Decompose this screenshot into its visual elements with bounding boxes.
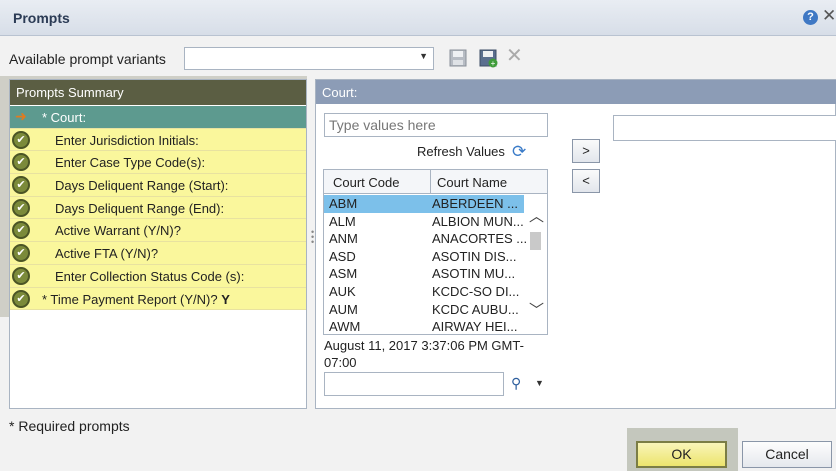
- variants-dropdown[interactable]: ▼: [184, 47, 434, 70]
- table-row[interactable]: ASM ASOTIN MU...: [324, 265, 524, 283]
- prompt-label: Enter Jurisdiction Initials:: [55, 132, 199, 148]
- scroll-down-icon[interactable]: ﹀: [529, 299, 544, 320]
- court-code: AUK: [329, 284, 356, 299]
- save-icon[interactable]: [448, 48, 468, 68]
- prompt-item-collection-status[interactable]: ✔ Enter Collection Status Code (s):: [10, 264, 306, 288]
- prompts-summary-panel: Prompts Summary ➜ * Court: ✔ Enter Juris…: [9, 79, 307, 409]
- column-header-court-name[interactable]: Court Name: [437, 175, 507, 190]
- prompt-label: Days Deliquent Range (Start):: [55, 178, 229, 194]
- search-input[interactable]: [324, 372, 504, 396]
- prompt-label: Active Warrant (Y/N)?: [55, 223, 181, 239]
- grid-header: Court Code Court Name: [324, 170, 547, 194]
- court-name: ASOTIN MU...: [432, 266, 516, 282]
- prompt-item-court[interactable]: ➜ * Court:: [10, 106, 306, 129]
- court-code: ASM: [329, 266, 358, 282]
- check-icon: ✔: [12, 266, 30, 285]
- prompt-item-range-start[interactable]: ✔ Days Deliquent Range (Start):: [10, 174, 306, 197]
- check-icon: ✔: [12, 221, 30, 240]
- cancel-button[interactable]: Cancel: [742, 441, 832, 468]
- close-icon[interactable]: ✕: [822, 6, 836, 26]
- check-icon: ✔: [12, 153, 30, 172]
- table-row[interactable]: AUK KCDC-SO DI...: [324, 283, 524, 301]
- prompt-item-jurisdiction[interactable]: ✔ Enter Jurisdiction Initials:: [10, 128, 306, 152]
- table-row[interactable]: AUM KCDC AUBU...: [324, 301, 524, 319]
- prompt-label: Active FTA (Y/N)?: [55, 246, 159, 262]
- scroll-up-icon[interactable]: ︿: [529, 205, 544, 226]
- column-divider: [430, 170, 431, 194]
- dialog-title: Prompts: [13, 10, 70, 26]
- selected-values-box[interactable]: [613, 115, 836, 141]
- prompt-label: * Court:: [42, 110, 87, 125]
- type-values-input[interactable]: Type values here: [324, 113, 548, 137]
- svg-text:+: +: [491, 59, 496, 68]
- remove-value-button[interactable]: <: [572, 169, 600, 193]
- summary-header: Prompts Summary: [10, 80, 306, 105]
- prompt-item-time-payment[interactable]: ✔ * Time Payment Report (Y/N)? Y: [10, 287, 306, 311]
- prompt-item-range-end[interactable]: ✔ Days Deliquent Range (End):: [10, 196, 306, 220]
- values-timestamp: August 11, 2017 3:37:06 PM GMT-07:00: [324, 338, 524, 370]
- binoculars-icon[interactable]: ⚲: [511, 375, 521, 392]
- table-row[interactable]: AWM AIRWAY HEI...: [324, 318, 524, 335]
- prompt-list: ➜ * Court: ✔ Enter Jurisdiction Initials…: [10, 106, 306, 311]
- court-code: AWM: [329, 319, 361, 335]
- court-values-grid: Court Code Court Name ABM ABERDEEN ... A…: [323, 169, 548, 335]
- refresh-values-link[interactable]: Refresh Values: [417, 144, 505, 159]
- check-icon: ✔: [12, 289, 30, 308]
- court-name: ALBION MUN...: [432, 213, 524, 229]
- refresh-icon[interactable]: ⟳: [512, 142, 526, 162]
- delete-icon[interactable]: ✕: [506, 46, 526, 66]
- court-name: ASOTIN DIS...: [432, 248, 517, 264]
- save-as-icon[interactable]: +: [478, 48, 498, 68]
- court-code: ANM: [329, 231, 358, 247]
- scroll-thumb[interactable]: [530, 232, 541, 250]
- prompt-item-active-fta[interactable]: ✔ Active FTA (Y/N)?: [10, 242, 306, 265]
- court-code: ASD: [329, 248, 356, 264]
- prompt-value: Y: [221, 291, 230, 307]
- grid-scrollbar[interactable]: ︿ ﹀: [525, 195, 547, 334]
- court-name: AIRWAY HEI...: [432, 319, 518, 335]
- prompt-label: Days Deliquent Range (End):: [55, 200, 225, 216]
- court-name: KCDC-SO DI...: [432, 284, 520, 299]
- check-icon: ✔: [12, 176, 30, 195]
- current-prompt-arrow-icon: ➜: [15, 108, 27, 124]
- table-row[interactable]: ABM ABERDEEN ...: [324, 195, 524, 213]
- court-code: ABM: [329, 196, 358, 211]
- check-icon: ✔: [12, 130, 30, 149]
- table-row[interactable]: ALM ALBION MUN...: [324, 213, 524, 231]
- check-icon: ✔: [12, 244, 30, 263]
- table-row[interactable]: ANM ANACORTES ...: [324, 230, 528, 248]
- court-code: ALM: [329, 213, 356, 229]
- table-row[interactable]: ASD ASOTIN DIS...: [324, 248, 524, 266]
- dropdown-arrow-icon[interactable]: ▼: [419, 51, 428, 61]
- prompt-item-active-warrant[interactable]: ✔ Active Warrant (Y/N)?: [10, 219, 306, 243]
- court-name: ABERDEEN ...: [432, 196, 518, 211]
- prompt-label: * Time Payment Report (Y/N)? Y: [42, 292, 230, 307]
- prompt-label: Enter Case Type Code(s):: [55, 155, 206, 171]
- ok-button[interactable]: OK: [636, 441, 727, 468]
- court-name: KCDC AUBU...: [432, 301, 519, 317]
- court-header: Court:: [316, 80, 836, 104]
- check-icon: ✔: [12, 198, 30, 217]
- help-icon[interactable]: ?: [803, 10, 818, 25]
- search-options-dropdown-icon[interactable]: ▼: [535, 378, 544, 388]
- court-code: AUM: [329, 301, 358, 317]
- column-header-court-code[interactable]: Court Code: [333, 175, 399, 190]
- variants-label: Available prompt variants: [9, 51, 166, 67]
- prompt-item-case-type[interactable]: ✔ Enter Case Type Code(s):: [10, 151, 306, 175]
- court-name: ANACORTES ...: [432, 231, 528, 247]
- prompt-label-text: * Time Payment Report (Y/N)?: [42, 291, 218, 307]
- panel-splitter[interactable]: • • •: [311, 228, 314, 247]
- dialog-titlebar: Prompts ? ✕: [0, 0, 836, 36]
- add-value-button[interactable]: >: [572, 139, 600, 163]
- court-panel: Court: Type values here Refresh Values ⟳…: [315, 79, 836, 409]
- required-prompts-note: * Required prompts: [9, 418, 130, 434]
- prompt-label: Enter Collection Status Code (s):: [55, 268, 245, 284]
